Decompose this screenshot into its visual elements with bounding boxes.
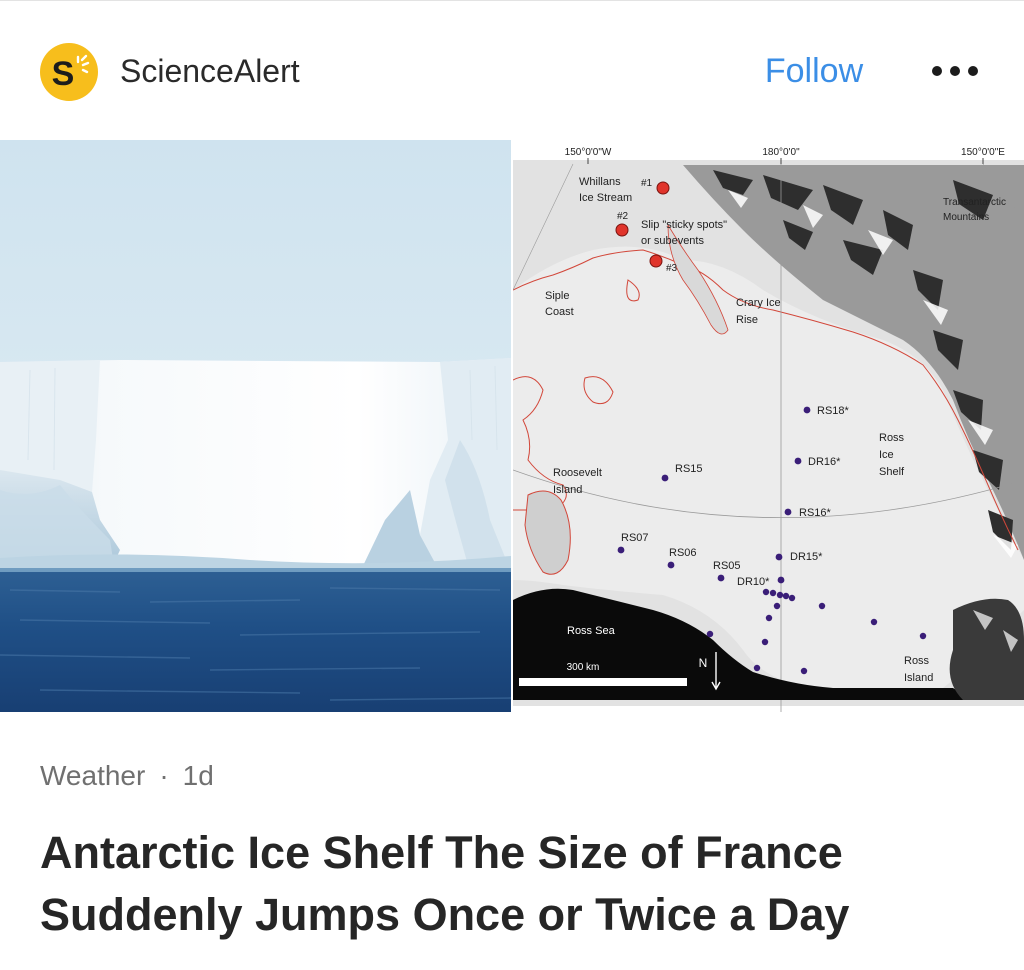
event-marker-2 — [615, 223, 629, 237]
station-label-rs07: RS07 — [621, 532, 649, 544]
station-dot-rs16 — [784, 508, 792, 516]
station-label-rs15: RS15 — [675, 463, 703, 475]
station-label-dr16: DR16* — [808, 456, 841, 468]
logo-mark: S — [52, 54, 90, 93]
meta-separator: · — [159, 760, 169, 791]
station-dot-rs05 — [717, 574, 725, 582]
station-label-rs06: RS06 — [669, 547, 697, 559]
scale-label: 300 km — [567, 662, 600, 673]
iceberg-photo[interactable] — [0, 140, 511, 712]
sciencealert-logo[interactable]: S — [40, 43, 98, 101]
svg-text:S: S — [52, 55, 75, 93]
station-dot-rs06 — [667, 561, 675, 569]
lon-label-west: 150°0'0"W — [565, 147, 612, 158]
event-marker-3 — [649, 254, 663, 268]
article-headline[interactable]: Antarctic Ice Shelf The Size of France S… — [40, 822, 1000, 946]
station-label-dr10: DR10* — [737, 576, 770, 588]
article-age: 1d — [182, 760, 214, 791]
station-label-dr15: DR15* — [790, 551, 823, 563]
event-label-2: #2 — [617, 211, 629, 222]
map-figure: 150°0'0"W 180°0'0" 150°0'0"E 300 km N #1… — [513, 147, 1024, 712]
place-label-ross-sea: Ross Sea — [567, 625, 616, 637]
event-label-1: #1 — [641, 178, 653, 189]
news-card[interactable]: S ScienceAlert Follow 150°0'0"W 180°0'0"… — [0, 0, 1024, 970]
source-name[interactable]: ScienceAlert — [120, 51, 300, 91]
station-dot-dr15 — [775, 553, 783, 561]
station-dot-rs18 — [803, 406, 811, 414]
ice-shelf-image — [0, 140, 511, 712]
event-marker-1 — [656, 181, 670, 195]
north-label: N — [699, 656, 708, 670]
card-header: S ScienceAlert Follow — [0, 0, 1024, 140]
follow-button[interactable]: Follow — [744, 49, 884, 93]
station-dot-rs07 — [617, 546, 625, 554]
station-label-rs18: RS18* — [817, 405, 850, 417]
station-label-rs05: RS05 — [713, 560, 741, 572]
event-label-3: #3 — [666, 263, 678, 274]
station-dot-dr16 — [794, 457, 802, 465]
ross-ice-shelf-map[interactable]: 150°0'0"W 180°0'0" 150°0'0"E 300 km N #1… — [513, 140, 1024, 712]
lon-label-center: 180°0'0" — [762, 147, 800, 158]
more-options-button[interactable] — [928, 57, 982, 85]
article-meta: Weather · 1d — [40, 758, 214, 794]
station-dot-dr10 — [777, 576, 785, 584]
lon-label-east: 150°0'0"E — [961, 147, 1005, 158]
station-dot-rs15 — [661, 474, 669, 482]
article-category[interactable]: Weather — [40, 760, 145, 791]
more-horizontal-icon — [932, 66, 978, 76]
station-label-rs16: RS16* — [799, 507, 832, 519]
